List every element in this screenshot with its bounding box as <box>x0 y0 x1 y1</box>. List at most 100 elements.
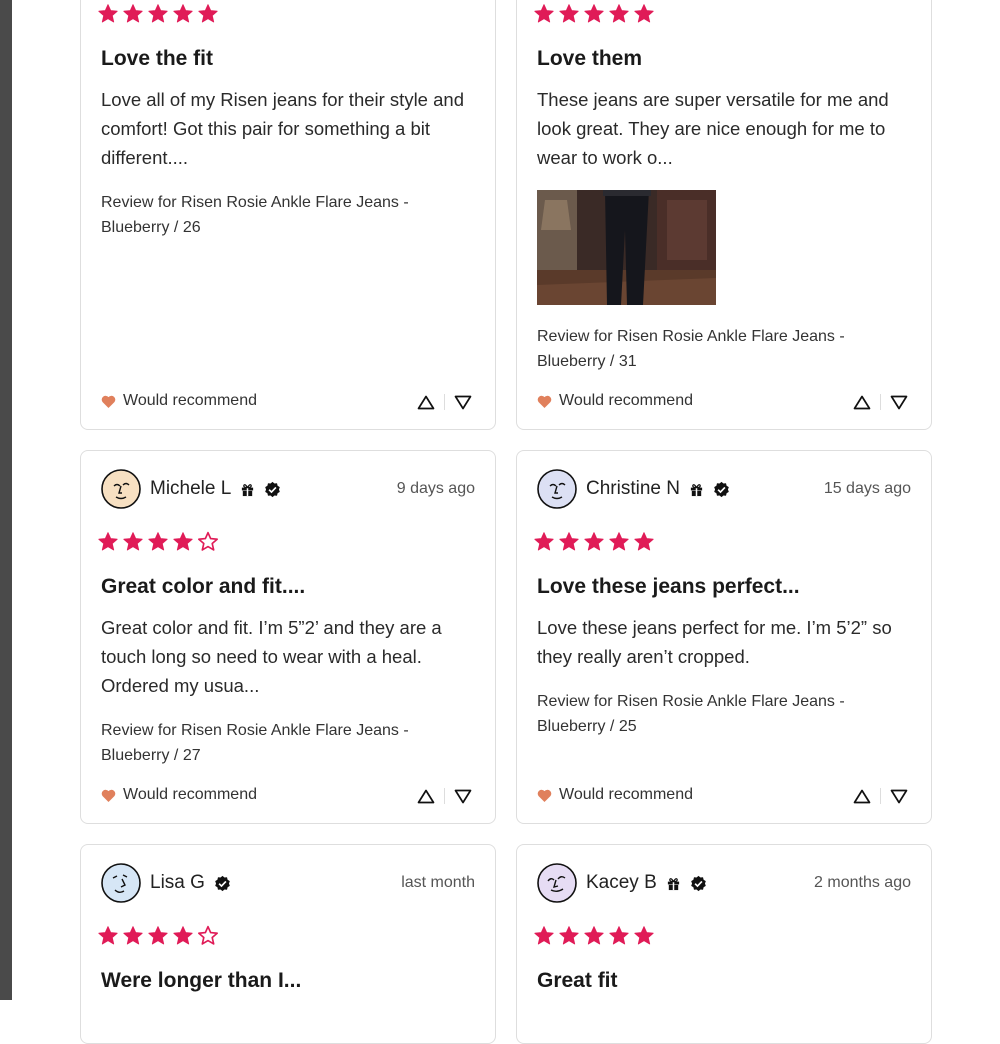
reviewer-name[interactable]: Michele L <box>150 478 231 500</box>
review-product-variant: Review for Risen Rosie Ankle Flare Jeans… <box>537 328 845 370</box>
review-title: Great color and fit.... <box>101 575 306 598</box>
triangle-down-icon <box>890 395 908 409</box>
upvote-button[interactable] <box>414 391 438 413</box>
star-filled-icon <box>559 532 579 551</box>
star-filled-icon <box>559 4 579 23</box>
star-filled-icon <box>148 926 168 945</box>
would-recommend: Would recommend <box>537 786 693 804</box>
gift-icon <box>689 482 704 497</box>
review-title: Love them <box>537 47 643 70</box>
star-rating <box>533 531 655 553</box>
star-filled-icon <box>634 926 654 945</box>
left-edge-bar <box>0 0 12 1000</box>
triangle-up-icon <box>853 789 871 803</box>
downvote-button[interactable] <box>451 785 475 807</box>
review-title: Were longer than I... <box>101 969 302 992</box>
star-filled-icon <box>148 532 168 551</box>
would-recommend-label: Would recommend <box>559 392 693 409</box>
star-rating <box>533 925 655 947</box>
verified-icon <box>713 481 730 498</box>
star-filled-icon <box>98 532 118 551</box>
star-rating <box>97 531 219 553</box>
avatar[interactable] <box>537 469 577 509</box>
review-body: Great color and fit. I’m 5”2’ and they a… <box>101 617 442 696</box>
review-header: Kacey B 2 months ago <box>537 863 911 903</box>
verified-icon <box>214 875 231 892</box>
triangle-up-icon <box>417 789 435 803</box>
review-title: Great fit <box>537 969 618 992</box>
review-body: These jeans are super versatile for me a… <box>537 89 889 168</box>
triangle-down-icon <box>890 789 908 803</box>
downvote-button[interactable] <box>887 391 911 413</box>
review-date: last month <box>401 874 475 891</box>
downvote-button[interactable] <box>451 391 475 413</box>
reviewer-name[interactable]: Lisa G <box>150 872 205 894</box>
review-product-variant: Review for Risen Rosie Ankle Flare Jeans… <box>101 194 409 236</box>
avatar[interactable] <box>101 863 141 903</box>
would-recommend-label: Would recommend <box>123 786 257 803</box>
vote-controls <box>414 391 475 413</box>
downvote-button[interactable] <box>887 785 911 807</box>
vote-controls <box>414 785 475 807</box>
vote-divider <box>880 394 881 410</box>
star-filled-icon <box>98 4 118 23</box>
star-filled-icon <box>534 926 554 945</box>
star-rating <box>97 925 219 947</box>
star-filled-icon <box>173 4 193 23</box>
review-card: Michele L 9 days ago Great color and fit… <box>80 450 496 824</box>
would-recommend: Would recommend <box>537 392 693 410</box>
star-filled-icon <box>123 4 143 23</box>
star-filled-icon <box>584 532 604 551</box>
review-photo-image <box>537 190 716 305</box>
review-title: Love the fit <box>101 47 214 70</box>
review-body: Love all of my Risen jeans for their sty… <box>101 89 464 168</box>
vote-divider <box>880 788 881 804</box>
star-filled-icon <box>634 532 654 551</box>
review-date: 2 months ago <box>814 874 911 891</box>
review-header: Christine N 15 days ago <box>537 469 911 509</box>
triangle-up-icon <box>853 395 871 409</box>
would-recommend: Would recommend <box>101 392 257 410</box>
review-photo[interactable] <box>537 190 716 305</box>
review-card: Kacey B 2 months ago Great fit <box>516 844 932 1044</box>
review-title: Love these jeans perfect... <box>537 575 800 598</box>
verified-icon <box>264 481 281 498</box>
star-filled-icon <box>634 4 654 23</box>
would-recommend: Would recommend <box>101 786 257 804</box>
star-filled-icon <box>198 4 218 23</box>
review-card: Lisa G last month Were longer than I... <box>80 844 496 1044</box>
star-filled-icon <box>609 926 629 945</box>
star-filled-icon <box>584 4 604 23</box>
heart-icon <box>101 789 116 802</box>
triangle-down-icon <box>454 789 472 803</box>
would-recommend-label: Would recommend <box>123 392 257 409</box>
star-filled-icon <box>609 4 629 23</box>
review-date: 15 days ago <box>823 480 911 497</box>
review-product-variant: Review for Risen Rosie Ankle Flare Jeans… <box>537 693 845 735</box>
review-card: Love them These jeans are super versatil… <box>516 0 932 430</box>
gift-icon <box>666 876 681 891</box>
star-rating <box>533 3 655 25</box>
star-filled-icon <box>534 4 554 23</box>
star-filled-icon <box>173 926 193 945</box>
upvote-button[interactable] <box>850 391 874 413</box>
star-filled-icon <box>98 926 118 945</box>
reviewer-name[interactable]: Christine N <box>586 478 680 500</box>
star-filled-icon <box>559 926 579 945</box>
avatar[interactable] <box>101 469 141 509</box>
reviewer-name[interactable]: Kacey B <box>586 872 657 894</box>
upvote-button[interactable] <box>414 785 438 807</box>
review-header: Michele L 9 days ago <box>101 469 475 509</box>
review-date: 9 days ago <box>396 480 475 497</box>
upvote-button[interactable] <box>850 785 874 807</box>
avatar[interactable] <box>537 863 577 903</box>
star-filled-icon <box>534 532 554 551</box>
gift-icon <box>240 482 255 497</box>
heart-icon <box>537 395 552 408</box>
star-filled-icon <box>609 532 629 551</box>
triangle-up-icon <box>417 395 435 409</box>
vote-controls <box>850 391 911 413</box>
vote-divider <box>444 788 445 804</box>
vote-controls <box>850 785 911 807</box>
star-filled-icon <box>123 532 143 551</box>
